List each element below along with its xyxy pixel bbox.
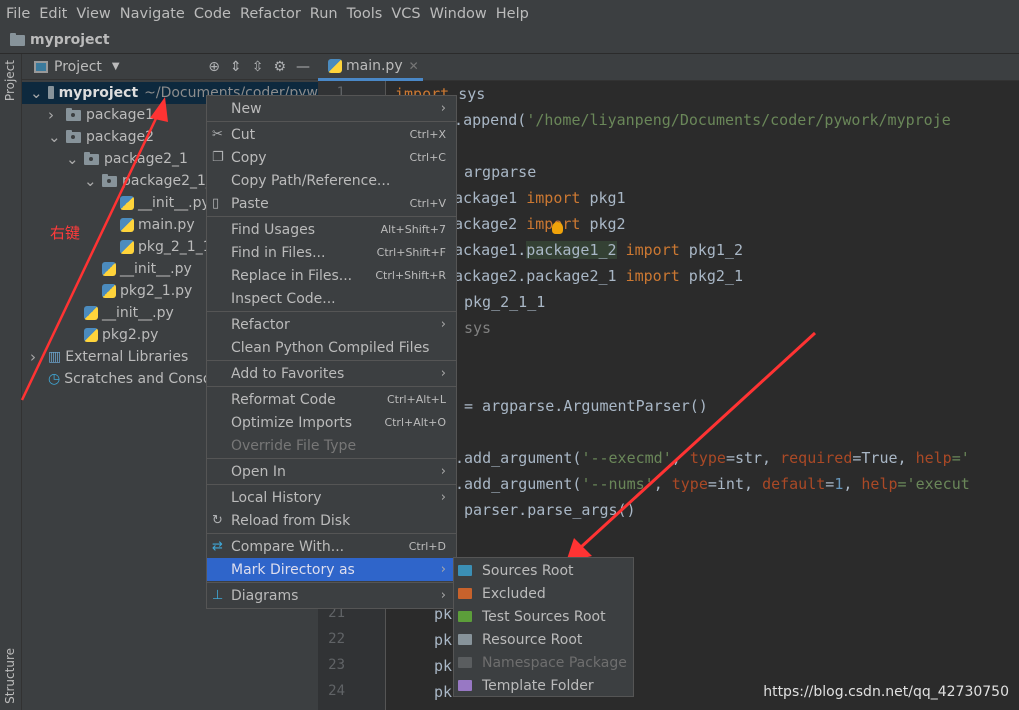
shortcut: Ctrl+V <box>409 197 446 210</box>
chevron-right-icon: › <box>440 464 446 479</box>
chevron-right-icon: › <box>440 366 446 381</box>
menu-item-copy-path-reference[interactable]: Copy Path/Reference... <box>207 169 456 192</box>
submenu-item-label: Sources Root <box>482 562 574 579</box>
clipboard-icon: ▯ <box>212 196 220 211</box>
chevron-right-icon: › <box>440 562 446 577</box>
menu-item-label: Override File Type <box>231 437 357 454</box>
folder-icon <box>458 611 472 622</box>
compare-icon: ⇄ <box>212 539 223 554</box>
menu-item-label: Diagrams <box>231 587 299 604</box>
menu-item-label: Reformat Code <box>231 391 336 408</box>
folder-icon <box>458 657 472 668</box>
menu-item-label: Reload from Disk <box>231 512 351 529</box>
submenu-item-excluded[interactable]: Excluded <box>454 582 633 605</box>
menu-item-label: Add to Favorites <box>231 365 345 382</box>
annotation-right-click: 右键 <box>50 224 81 242</box>
menu-item-label: Find Usages <box>231 221 316 238</box>
menu-item-add-to-favorites[interactable]: Add to Favorites › <box>207 362 456 385</box>
menu-item-replace-in-files[interactable]: Replace in Files... Ctrl+Shift+R <box>207 264 456 287</box>
menu-item-label: Refactor <box>231 316 290 333</box>
menu-item-clean-python-compiled-files[interactable]: Clean Python Compiled Files <box>207 336 456 359</box>
menu-item-label: Copy Path/Reference... <box>231 172 391 189</box>
menu-item-label: Open In <box>231 463 286 480</box>
shortcut: Ctrl+Alt+O <box>384 416 446 429</box>
menu-separator <box>207 216 456 217</box>
scissors-icon: ✂ <box>212 127 223 142</box>
submenu-item-namespace-package: Namespace Package <box>454 651 633 674</box>
shortcut: Alt+Shift+7 <box>380 223 446 236</box>
folder-icon <box>458 565 472 576</box>
arrow-line-2 <box>578 331 817 550</box>
menu-item-label: Paste <box>231 195 269 212</box>
menu-item-inspect-code[interactable]: Inspect Code... <box>207 287 456 310</box>
submenu-item-label: Resource Root <box>482 631 583 648</box>
shortcut: Ctrl+X <box>409 128 446 141</box>
menu-item-mark-directory-as[interactable]: Mark Directory as › <box>207 558 456 581</box>
menu-item-reload-from-disk[interactable]: ↻ Reload from Disk <box>207 509 456 532</box>
menu-separator <box>207 121 456 122</box>
menu-item-label: Mark Directory as <box>231 561 355 578</box>
menu-separator <box>207 484 456 485</box>
menu-item-compare-with[interactable]: ⇄ Compare With... Ctrl+D <box>207 535 456 558</box>
submenu-item-template-folder[interactable]: Template Folder <box>454 674 633 697</box>
menu-item-find-in-files[interactable]: Find in Files... Ctrl+Shift+F <box>207 241 456 264</box>
menu-item-label: Copy <box>231 149 267 166</box>
shortcut: Ctrl+Shift+R <box>375 269 446 282</box>
menu-item-reformat-code[interactable]: Reformat Code Ctrl+Alt+L <box>207 388 456 411</box>
menu-item-label: Local History <box>231 489 322 506</box>
shortcut: Ctrl+Alt+L <box>386 393 446 406</box>
menu-separator <box>207 458 456 459</box>
menu-item-diagrams[interactable]: ⊥ Diagrams › <box>207 584 456 607</box>
menu-separator <box>207 533 456 534</box>
reload-icon: ↻ <box>212 513 223 528</box>
menu-item-label: Cut <box>231 126 256 143</box>
chevron-right-icon: › <box>440 317 446 332</box>
menu-item-label: Find in Files... <box>231 244 326 261</box>
menu-item-new[interactable]: New › <box>207 97 456 120</box>
context-menu: New › ✂ Cut Ctrl+X ❐ Copy Ctrl+C Copy Path/Refer… <box>206 95 457 609</box>
menu-item-label: Clean Python Compiled Files <box>231 339 430 356</box>
submenu-item-label: Test Sources Root <box>482 608 606 625</box>
menu-item-label: New <box>231 100 262 117</box>
menu-separator <box>207 582 456 583</box>
chevron-right-icon: › <box>440 101 446 116</box>
shortcut: Ctrl+D <box>408 540 446 553</box>
menu-separator <box>207 360 456 361</box>
watermark: https://blog.csdn.net/qq_42730750 <box>763 684 1009 700</box>
folder-icon <box>458 680 472 691</box>
menu-item-local-history[interactable]: Local History › <box>207 486 456 509</box>
menu-item-paste[interactable]: ▯ Paste Ctrl+V <box>207 192 456 215</box>
mark-directory-submenu: Sources Root Excluded Test Sources Root Res… <box>453 557 634 697</box>
copy-icon: ❐ <box>212 150 224 165</box>
submenu-item-test-sources-root[interactable]: Test Sources Root <box>454 605 633 628</box>
folder-icon <box>458 634 472 645</box>
menu-item-find-usages[interactable]: Find Usages Alt+Shift+7 <box>207 218 456 241</box>
menu-item-cut[interactable]: ✂ Cut Ctrl+X <box>207 123 456 146</box>
arrow-head-1 <box>150 97 168 122</box>
chevron-right-icon: › <box>440 588 446 603</box>
menu-item-copy[interactable]: ❐ Copy Ctrl+C <box>207 146 456 169</box>
submenu-item-resource-root[interactable]: Resource Root <box>454 628 633 651</box>
diagram-icon: ⊥ <box>212 588 224 603</box>
menu-item-label: Optimize Imports <box>231 414 352 431</box>
arrow-line-1 <box>20 109 162 401</box>
submenu-item-label: Namespace Package <box>482 654 627 671</box>
submenu-item-label: Template Folder <box>482 677 594 694</box>
menu-item-override-file-type: Override File Type <box>207 434 456 457</box>
folder-icon <box>458 588 472 599</box>
submenu-item-sources-root[interactable]: Sources Root <box>454 559 633 582</box>
shortcut: Ctrl+Shift+F <box>376 246 446 259</box>
menu-item-open-in[interactable]: Open In › <box>207 460 456 483</box>
chevron-right-icon: › <box>440 490 446 505</box>
menu-item-label: Compare With... <box>231 538 345 555</box>
menu-separator <box>207 311 456 312</box>
shortcut: Ctrl+C <box>409 151 446 164</box>
menu-item-refactor[interactable]: Refactor › <box>207 313 456 336</box>
menu-item-label: Replace in Files... <box>231 267 353 284</box>
menu-item-label: Inspect Code... <box>231 290 336 307</box>
menu-separator <box>207 386 456 387</box>
submenu-item-label: Excluded <box>482 585 546 602</box>
menu-item-optimize-imports[interactable]: Optimize Imports Ctrl+Alt+O <box>207 411 456 434</box>
